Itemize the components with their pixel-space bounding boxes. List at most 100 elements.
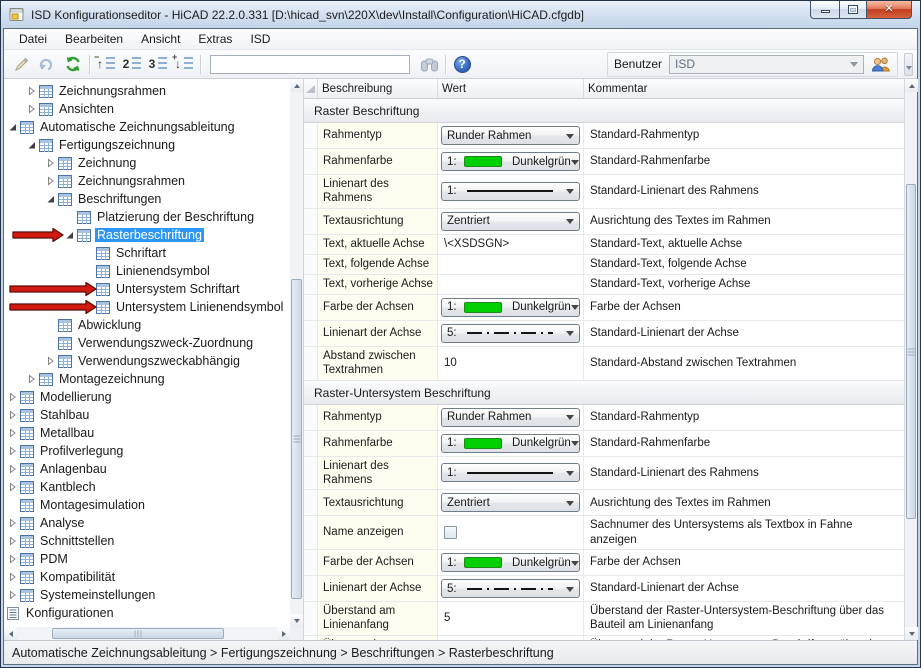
tree-item-platzierung-der-beschriftung[interactable]: Platzierung der Beschriftung <box>4 208 290 226</box>
refresh-button[interactable] <box>60 53 86 76</box>
scroll-left-button[interactable] <box>4 627 17 640</box>
column-header-beschreibung[interactable]: Beschreibung <box>318 79 438 98</box>
help-button[interactable]: ? <box>449 53 475 76</box>
linestyle-dropdown[interactable]: 5: <box>441 324 580 343</box>
tree-item-montagesimulation[interactable]: Montagesimulation <box>4 496 290 514</box>
tree-item-linienendsymbol[interactable]: Linienendsymbol <box>4 262 290 280</box>
menu-extras[interactable]: Extras <box>189 30 241 48</box>
column-header-wert[interactable]: Wert <box>438 79 584 98</box>
maximize-button[interactable] <box>839 1 867 19</box>
select-all-corner[interactable] <box>304 79 318 98</box>
collapse-levels-button[interactable]: − ↑ <box>93 53 119 76</box>
tree-item-verwendungszweck-zuordnung[interactable]: Verwendungszweck-Zuordnung <box>4 334 290 352</box>
collapse-expander-icon[interactable] <box>46 194 58 204</box>
scroll-up-button[interactable] <box>290 79 303 92</box>
tree-item-automatische-zeichnungsableitung[interactable]: Automatische Zeichnungsableitung <box>4 118 290 136</box>
menu-bearbeiten[interactable]: Bearbeiten <box>56 30 132 48</box>
scroll-down-button[interactable] <box>290 614 303 627</box>
tree-item-verwendungszweckabh-ngig[interactable]: Verwendungszweckabhängig <box>4 352 290 370</box>
tree-horizontal-scrollbar[interactable] <box>4 627 290 640</box>
expand-expander-icon[interactable] <box>8 392 20 402</box>
expand-expander-icon[interactable] <box>8 554 20 564</box>
expand-expander-icon[interactable] <box>8 518 20 528</box>
expand-expander-icon[interactable] <box>8 464 20 474</box>
scroll-down-button[interactable] <box>905 627 918 640</box>
setting-value-cell[interactable] <box>438 255 584 274</box>
expand-expander-icon[interactable] <box>8 410 20 420</box>
expand-expander-icon[interactable] <box>8 446 20 456</box>
edit-button[interactable] <box>8 53 34 76</box>
expand-expander-icon[interactable] <box>27 104 39 114</box>
tree-item-zeichnungsrahmen[interactable]: Zeichnungsrahmen <box>4 82 290 100</box>
tree-item-untersystem-schriftart[interactable]: Untersystem Schriftart <box>4 280 290 298</box>
tree-item-analyse[interactable]: Analyse <box>4 514 290 532</box>
tree-item-anlagenbau[interactable]: Anlagenbau <box>4 460 290 478</box>
linestyle-dropdown[interactable]: 5: <box>441 579 580 598</box>
value-dropdown[interactable]: Runder Rahmen <box>441 408 580 427</box>
expand-expander-icon[interactable] <box>8 572 20 582</box>
tree-item-kompatibilit-t[interactable]: Kompatibilität <box>4 568 290 586</box>
scroll-up-button[interactable] <box>905 79 918 92</box>
user-select[interactable]: ISD <box>669 55 864 74</box>
tree-item-rasterbeschriftung[interactable]: Rasterbeschriftung <box>4 226 290 244</box>
value-dropdown[interactable]: Runder Rahmen <box>441 126 580 145</box>
tree-item-konfigurationen[interactable]: Konfigurationen <box>4 604 290 622</box>
tree-item-zeichnungsrahmen[interactable]: Zeichnungsrahmen <box>4 172 290 190</box>
color-dropdown[interactable]: 1:Dunkelgrün <box>441 553 580 572</box>
column-header-kommentar[interactable]: Kommentar <box>584 79 904 98</box>
expand-expander-icon[interactable] <box>46 356 58 366</box>
tree-item-ansichten[interactable]: Ansichten <box>4 100 290 118</box>
value-dropdown[interactable]: Zentriert <box>441 212 580 231</box>
tree-item-schriftart[interactable]: Schriftart <box>4 244 290 262</box>
scroll-thumb[interactable] <box>52 628 224 639</box>
tree-item-beschriftungen[interactable]: Beschriftungen <box>4 190 290 208</box>
minimize-button[interactable] <box>810 1 839 19</box>
grid-vertical-scrollbar[interactable] <box>904 79 917 640</box>
tree-item-zeichnung[interactable]: Zeichnung <box>4 154 290 172</box>
close-button[interactable]: ✕ <box>867 1 912 19</box>
tree-item-fertigungszeichnung[interactable]: Fertigungszeichnung <box>4 136 290 154</box>
menu-datei[interactable]: Datei <box>10 30 56 48</box>
tree-vertical-scrollbar[interactable] <box>290 79 303 627</box>
expand-expander-icon[interactable] <box>8 536 20 546</box>
expand-expander-icon[interactable] <box>46 158 58 168</box>
setting-value-cell[interactable] <box>438 275 584 294</box>
tree-item-profilverlegung[interactable]: Profilverlegung <box>4 442 290 460</box>
linestyle-dropdown[interactable]: 1: <box>441 182 580 201</box>
tree-item-metallbau[interactable]: Metallbau <box>4 424 290 442</box>
menu-isd[interactable]: ISD <box>241 30 279 48</box>
setting-value-cell[interactable]: 10 <box>438 347 584 380</box>
value-dropdown[interactable]: Zentriert <box>441 493 580 512</box>
checkbox-unchecked[interactable] <box>444 526 457 539</box>
collapse-expander-icon[interactable] <box>65 230 77 240</box>
expand-expander-icon[interactable] <box>27 86 39 96</box>
expand-expander-icon[interactable] <box>8 482 20 492</box>
expand-level-2-button[interactable]: 2 <box>119 53 145 76</box>
tree-item-schnittstellen[interactable]: Schnittstellen <box>4 532 290 550</box>
expand-expander-icon[interactable] <box>8 590 20 600</box>
menu-ansicht[interactable]: Ansicht <box>132 30 189 48</box>
color-dropdown[interactable]: 1:Dunkelgrün <box>441 152 580 171</box>
collapse-expander-icon[interactable] <box>27 140 39 150</box>
search-input[interactable] <box>210 55 410 74</box>
scroll-thumb[interactable] <box>291 279 302 599</box>
setting-value-cell[interactable]: 5 <box>438 602 584 635</box>
tree-item-kantblech[interactable]: Kantblech <box>4 478 290 496</box>
tree-item-pdm[interactable]: PDM <box>4 550 290 568</box>
tree-item-montagezeichnung[interactable]: Montagezeichnung <box>4 370 290 388</box>
tree-item-stahlbau[interactable]: Stahlbau <box>4 406 290 424</box>
collapse-expander-icon[interactable] <box>8 122 20 132</box>
tree-item-abwicklung[interactable]: Abwicklung <box>4 316 290 334</box>
toolbar-overflow-button[interactable] <box>904 53 913 76</box>
search-button[interactable] <box>416 53 442 76</box>
linestyle-dropdown[interactable]: 1: <box>441 463 580 482</box>
tree-item-untersystem-linienendsymbol[interactable]: Untersystem Linienendsymbol <box>4 298 290 316</box>
expand-expander-icon[interactable] <box>27 374 39 384</box>
expand-expander-icon[interactable] <box>8 428 20 438</box>
expand-expander-icon[interactable] <box>46 176 58 186</box>
scroll-right-button[interactable] <box>277 627 290 640</box>
setting-value-cell[interactable]: \<XSDSGN> <box>438 235 584 254</box>
color-dropdown[interactable]: 1:Dunkelgrün <box>441 298 580 317</box>
undo-button[interactable] <box>34 53 60 76</box>
tree-item-systemeinstellungen[interactable]: Systemeinstellungen <box>4 586 290 604</box>
